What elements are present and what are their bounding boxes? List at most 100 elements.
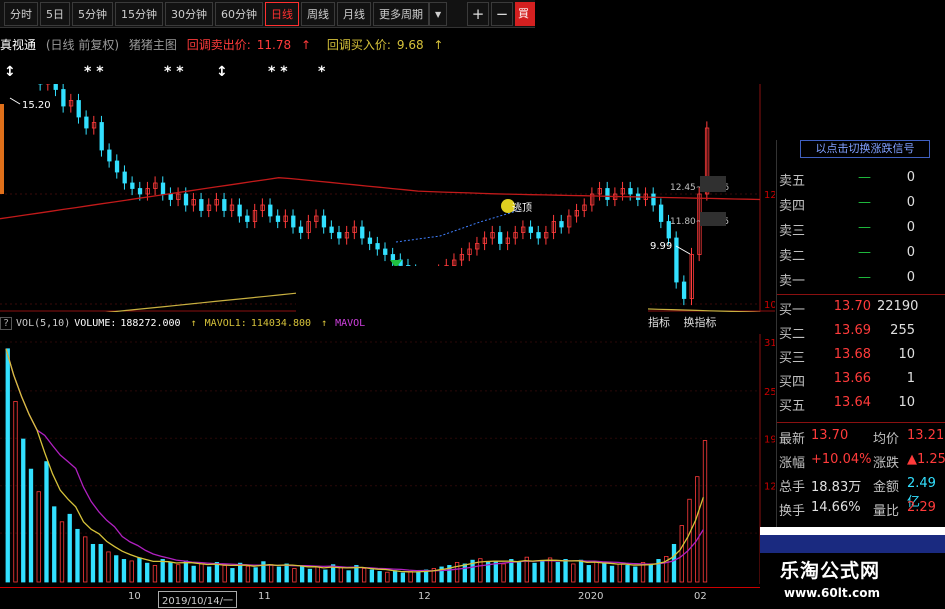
mavol2-label: MAVOL [335, 317, 366, 329]
tab-30min[interactable]: 30分钟 [165, 1, 213, 26]
candle-body [605, 188, 610, 200]
date-tick-label: 2020 [578, 591, 604, 602]
order-quantity: 0 [906, 170, 915, 185]
candle-body [651, 193, 656, 206]
tab-60min[interactable]: 60分钟 [215, 1, 263, 26]
candle-body [383, 248, 388, 255]
volume-bar [679, 525, 684, 583]
volume-bar [13, 401, 18, 583]
candle-body [559, 221, 564, 228]
mavol1-value: MAVOL1: 114034.800 ↑ [204, 317, 328, 329]
tab-monthly[interactable]: 月线 [337, 1, 371, 26]
signal-toggle-button[interactable]: 以点击切换涨跌信号 [800, 140, 930, 158]
volume-bar [338, 567, 344, 583]
chart-mode: (日线 前复权) [45, 38, 120, 52]
order-quantity: 0 [906, 270, 915, 285]
tab-intraday[interactable]: 分时 [4, 1, 38, 26]
volume-bar [44, 461, 49, 583]
date-tick-label: 11 [258, 591, 271, 602]
ask-row: 卖四 — 0 [777, 195, 945, 215]
candle-body [337, 232, 342, 239]
order-quantity: 1 [906, 371, 915, 386]
volume-bar [284, 563, 289, 583]
period-toolbar: 分时5日5分钟15分钟30分钟60分钟日线周线月线更多周期▼ +−買進 [0, 0, 535, 28]
watermark-url: www.60lt.com [784, 586, 881, 600]
volume-bar [67, 513, 72, 583]
order-quantity: 10 [898, 395, 915, 410]
more-periods-dropdown-icon[interactable]: ▼ [429, 1, 448, 26]
stat-label: 换手 [779, 504, 806, 519]
volume-bar [377, 571, 382, 583]
volume-bar [695, 476, 700, 583]
escape-badge-label: 逃顶 [512, 201, 532, 214]
sell-price-label: 回调卖出价: 11.78 ↑ [186, 38, 311, 52]
order-book-divider [777, 422, 945, 423]
tab-more-periods[interactable]: 更多周期 [373, 1, 429, 26]
candle-body [291, 215, 296, 228]
tab-5min[interactable]: 5分钟 [72, 1, 113, 26]
switch-indicator-button[interactable]: 换指标 [684, 316, 717, 329]
signal-mark: * * [164, 64, 184, 80]
current-range-marker [0, 104, 4, 194]
help-icon[interactable]: ? [0, 316, 13, 330]
stat-value: 13.70 [811, 428, 849, 443]
volume-bar [230, 568, 235, 583]
order-price: 13.66 [833, 371, 871, 386]
ask-row: 卖二 — 0 [777, 245, 945, 265]
order-level-label: 卖三 [779, 224, 806, 239]
volume-header: ? VOL(5,10) VOLUME: 188272.000 ↑ MAVOL1: 1… [0, 312, 369, 334]
tab-15min[interactable]: 15分钟 [115, 1, 163, 26]
tab-weekly[interactable]: 周线 [301, 1, 335, 26]
candle-body [268, 204, 273, 217]
stat-value: 2.29 [907, 500, 936, 515]
stat-value: ▲1.25 [907, 452, 945, 467]
volume-bar [633, 566, 638, 583]
volume-bar [114, 555, 119, 583]
volume-bar [36, 491, 41, 583]
stat-value: 13.21 [907, 428, 945, 443]
indicator-name[interactable]: 猪猪主图 [129, 38, 177, 52]
volume-bar [454, 562, 460, 583]
trade-button[interactable]: 買進 [515, 1, 535, 26]
candle-body [528, 226, 533, 233]
volume-bar [292, 568, 297, 583]
candle-body [321, 215, 327, 228]
tab-daily[interactable]: 日线 [265, 1, 299, 26]
order-price: — [858, 270, 871, 285]
bid-row: 买三 13.68 10 [777, 347, 945, 367]
volume-bar [269, 564, 274, 583]
volume-bar [176, 564, 181, 583]
candle-body [76, 100, 81, 118]
order-level-label: 买四 [779, 375, 806, 390]
volume-bar [547, 557, 553, 583]
candle-body [390, 254, 396, 261]
volume-bar [83, 536, 88, 583]
volume-bar [462, 563, 467, 583]
zoom-in-button[interactable]: + [467, 1, 489, 26]
watermark-title: 乐淘公式网 [780, 560, 881, 582]
volume-bar [400, 572, 406, 583]
candle-body [237, 204, 242, 217]
tab-5day[interactable]: 5日 [40, 1, 70, 26]
volume-bar [145, 562, 150, 583]
volume-bar [408, 571, 413, 583]
volume-bar [307, 568, 313, 583]
stat-value: +10.04% [811, 452, 872, 467]
order-quantity: 10 [898, 347, 915, 362]
price-axis-label: 12.00 [764, 190, 775, 201]
candle-body [199, 199, 204, 211]
stat-label: 总手 [779, 480, 806, 495]
volume-bar [152, 565, 158, 583]
indicator-button[interactable]: 指标 [648, 316, 670, 329]
zoom-out-button[interactable]: − [491, 1, 513, 26]
price-marker-box [700, 212, 726, 226]
volume-bar [207, 566, 212, 583]
signal-mark: * * [84, 64, 104, 80]
volume-bar [671, 543, 677, 583]
order-level-label: 卖五 [779, 174, 806, 189]
volume-bar [346, 570, 351, 583]
volume-axis-label: 31.90 [764, 338, 775, 349]
candle-body [681, 281, 687, 299]
stat-label: 均价 [873, 432, 900, 447]
volume-bar [594, 561, 599, 583]
